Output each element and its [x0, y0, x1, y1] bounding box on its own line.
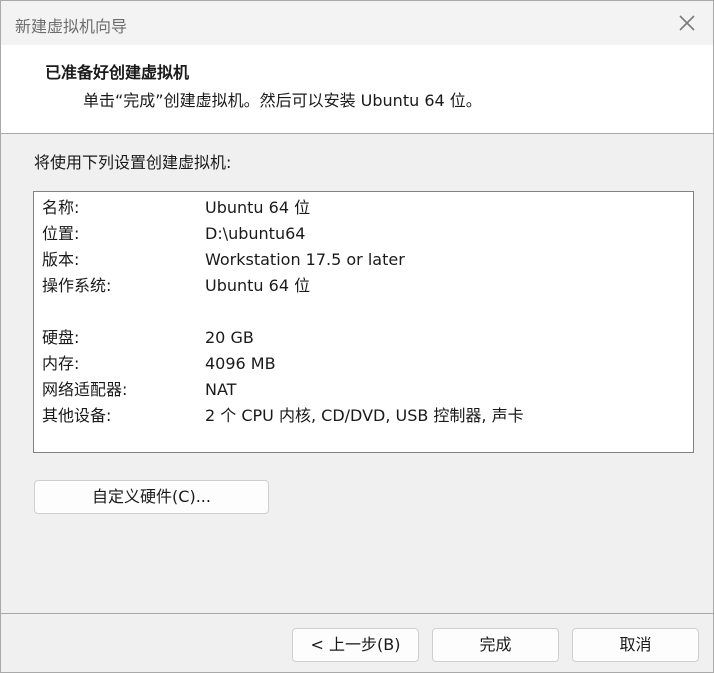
settings-row-memory: 内存: 4096 MB [34, 351, 693, 377]
settings-row-other-devices: 其他设备: 2 个 CPU 内核, CD/DVD, USB 控制器, 声卡 [34, 403, 693, 429]
setting-label: 内存: [42, 354, 80, 373]
setting-value: D:\ubuntu64 [205, 224, 306, 243]
header-subtitle: 单击“完成”创建虚拟机。然后可以安装 Ubuntu 64 位。 [83, 91, 482, 110]
settings-intro-label: 将使用下列设置创建虚拟机: [34, 153, 232, 172]
finish-button[interactable]: 完成 [432, 628, 559, 662]
footer-divider [1, 613, 713, 614]
customize-hardware-button[interactable]: 自定义硬件(C)... [34, 480, 269, 514]
back-button[interactable]: < 上一步(B) [292, 628, 419, 662]
settings-row-location: 位置: D:\ubuntu64 [34, 221, 693, 247]
close-button[interactable] [675, 11, 699, 35]
cancel-button[interactable]: 取消 [572, 628, 699, 662]
setting-label: 名称: [42, 198, 80, 217]
title-bar: 新建虚拟机向导 [1, 1, 713, 45]
window-title: 新建虚拟机向导 [15, 17, 128, 36]
settings-row-network: 网络适配器: NAT [34, 377, 693, 403]
settings-row-os: 操作系统: Ubuntu 64 位 [34, 273, 693, 299]
settings-row-version: 版本: Workstation 17.5 or later [34, 247, 693, 273]
setting-value: 4096 MB [205, 354, 276, 373]
setting-label: 其他设备: [42, 406, 112, 425]
setting-label: 硬盘: [42, 328, 80, 347]
setting-value: 20 GB [205, 328, 254, 347]
header-title: 已准备好创建虚拟机 [45, 63, 190, 82]
settings-row-name: 名称: Ubuntu 64 位 [34, 195, 693, 221]
close-icon [679, 15, 695, 31]
setting-value: Ubuntu 64 位 [205, 276, 311, 295]
setting-label: 位置: [42, 224, 80, 243]
settings-summary-box[interactable]: 名称: Ubuntu 64 位 位置: D:\ubuntu64 版本: Work… [33, 191, 694, 453]
setting-label: 版本: [42, 250, 80, 269]
wizard-header: 已准备好创建虚拟机 单击“完成”创建虚拟机。然后可以安装 Ubuntu 64 位… [1, 45, 713, 134]
wizard-window: 新建虚拟机向导 已准备好创建虚拟机 单击“完成”创建虚拟机。然后可以安装 Ubu… [0, 0, 714, 673]
settings-row-disk: 硬盘: 20 GB [34, 325, 693, 351]
setting-value: NAT [205, 380, 237, 399]
setting-value: 2 个 CPU 内核, CD/DVD, USB 控制器, 声卡 [205, 406, 524, 425]
setting-label: 操作系统: [42, 276, 112, 295]
setting-label: 网络适配器: [42, 380, 128, 399]
setting-value: Ubuntu 64 位 [205, 198, 311, 217]
setting-value: Workstation 17.5 or later [205, 250, 405, 269]
